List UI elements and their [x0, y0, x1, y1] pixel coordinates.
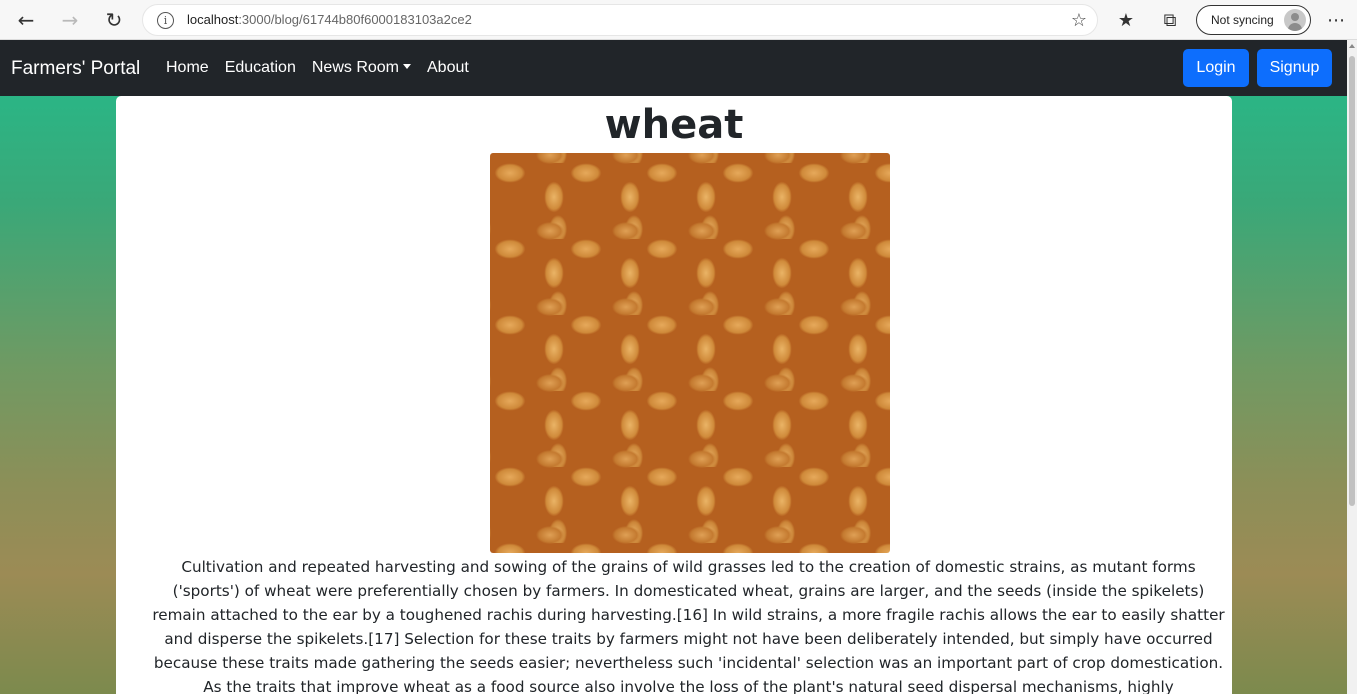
url-text[interactable]: localhost:3000/blog/61744b80f6000183103a… — [187, 12, 472, 27]
collections-icon[interactable]: ⧉ — [1158, 8, 1182, 32]
address-bar[interactable]: i localhost:3000/blog/61744b80f600018310… — [142, 4, 1098, 36]
signup-button[interactable]: Signup — [1257, 49, 1332, 87]
back-arrow-icon[interactable]: ← — [12, 6, 40, 34]
login-button[interactable]: Login — [1183, 49, 1249, 87]
scroll-up-arrow-icon[interactable] — [1349, 44, 1355, 48]
site-navbar: Farmers' Portal Home Education News Room… — [0, 40, 1357, 96]
nav-links: Home Education News Room About — [158, 59, 477, 77]
more-icon[interactable]: ⋯ — [1324, 8, 1348, 32]
nav-news-room[interactable]: News Room — [304, 59, 419, 77]
nav-news-room-label: News Room — [311, 59, 399, 76]
refresh-icon[interactable]: ↻ — [100, 6, 128, 34]
info-icon[interactable]: i — [157, 12, 174, 29]
browser-toolbar: ← → ↻ i localhost:3000/blog/61744b80f600… — [0, 0, 1357, 40]
post-title: wheat — [604, 102, 744, 148]
favorites-icon[interactable]: ★ — [1114, 8, 1138, 32]
profile-icon — [1284, 9, 1306, 31]
brand-link[interactable]: Farmers' Portal — [11, 58, 140, 80]
add-favorite-icon[interactable]: ☆ — [1071, 10, 1087, 31]
nav-home[interactable]: Home — [158, 59, 217, 77]
post-body: Cultivation and repeated harvesting and … — [152, 558, 1225, 694]
sync-label: Not syncing — [1211, 13, 1274, 27]
nav-education[interactable]: Education — [217, 59, 304, 77]
nav-about[interactable]: About — [419, 59, 477, 77]
blog-post-card: wheat Cultivation and repeated harvestin… — [116, 96, 1232, 694]
dropdown-caret-icon — [403, 64, 411, 69]
sync-profile-button[interactable]: Not syncing — [1196, 5, 1311, 35]
scrollbar-thumb[interactable] — [1349, 56, 1355, 506]
wheat-grains-image — [490, 153, 890, 553]
forward-arrow-icon[interactable]: → — [56, 6, 84, 34]
